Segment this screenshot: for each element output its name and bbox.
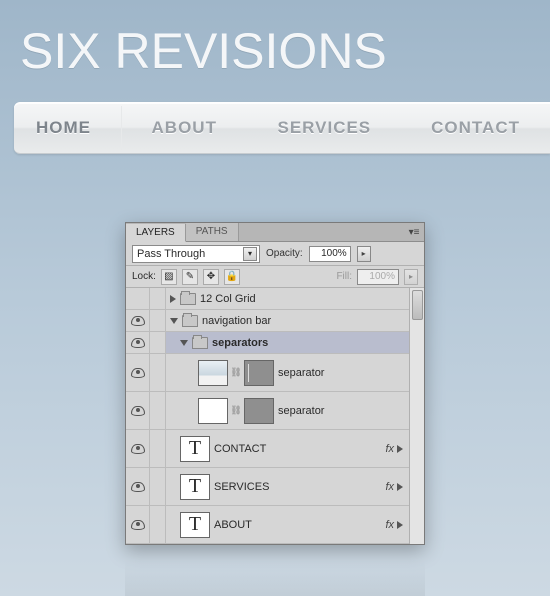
- lock-row: Lock: ▨ ✎ ✥ 🔒 Fill: 100% ▸: [126, 266, 424, 288]
- blend-mode-value: Pass Through: [137, 248, 205, 260]
- blend-opacity-row: Pass Through ▾ Opacity: 100% ▸: [126, 242, 424, 266]
- eye-icon: [131, 338, 145, 348]
- lock-all-icon[interactable]: 🔒: [224, 269, 240, 285]
- panel-menu-button[interactable]: ▾≡: [404, 223, 424, 241]
- disclosure-icon[interactable]: [180, 340, 188, 346]
- layer-list: 12 Col Grid navigation bar separators: [126, 288, 424, 544]
- disclosure-icon[interactable]: [170, 318, 178, 324]
- chevron-right-icon: [397, 521, 403, 529]
- layer-thumb[interactable]: [198, 398, 228, 424]
- layer-row-services[interactable]: T SERVICES fx: [126, 468, 424, 506]
- fx-badge[interactable]: fx: [385, 519, 403, 531]
- eye-icon: [131, 368, 145, 378]
- eye-icon: [131, 406, 145, 416]
- layer-name[interactable]: navigation bar: [202, 315, 271, 327]
- lock-position-icon[interactable]: ✥: [203, 269, 219, 285]
- chevron-right-icon: [397, 483, 403, 491]
- layer-name[interactable]: separator: [278, 367, 324, 379]
- disclosure-icon[interactable]: [170, 295, 176, 303]
- layer-row-separators[interactable]: separators: [126, 332, 424, 354]
- link-col: [150, 468, 166, 505]
- lock-pixels-icon[interactable]: ✎: [182, 269, 198, 285]
- nav-home[interactable]: HOME: [14, 103, 121, 153]
- scrollbar-thumb[interactable]: [412, 290, 423, 320]
- layer-row-navigationbar[interactable]: navigation bar: [126, 310, 424, 332]
- lock-label: Lock:: [132, 271, 156, 282]
- eye-icon: [131, 482, 145, 492]
- visibility-toggle[interactable]: [126, 354, 150, 391]
- chevron-down-icon: ▾: [243, 247, 257, 261]
- fx-badge[interactable]: fx: [385, 481, 403, 493]
- nav-services[interactable]: SERVICES: [247, 103, 401, 153]
- navbar: HOME ABOUT SERVICES CONTACT: [14, 102, 550, 154]
- folder-icon: [192, 337, 208, 349]
- link-icon[interactable]: ⛓: [232, 404, 240, 418]
- layers-panel: LAYERS PATHS ▾≡ Pass Through ▾ Opacity: …: [125, 222, 425, 545]
- link-col: [150, 354, 166, 391]
- text-layer-icon[interactable]: T: [180, 474, 210, 500]
- nav-contact[interactable]: CONTACT: [401, 103, 550, 153]
- scrollbar[interactable]: [409, 288, 424, 544]
- link-col: [150, 392, 166, 429]
- opacity-flyout[interactable]: ▸: [357, 246, 371, 262]
- fx-badge[interactable]: fx: [385, 443, 403, 455]
- folder-icon: [182, 315, 198, 327]
- layer-name[interactable]: CONTACT: [214, 443, 266, 455]
- nav-about[interactable]: ABOUT: [122, 103, 247, 153]
- link-col: [150, 288, 166, 309]
- layer-row-12colgrid[interactable]: 12 Col Grid: [126, 288, 424, 310]
- opacity-input[interactable]: 100%: [309, 246, 351, 262]
- layer-thumb[interactable]: [198, 360, 228, 386]
- fill-input: 100%: [357, 269, 399, 285]
- layer-row-separator[interactable]: ⛓ separator: [126, 354, 424, 392]
- tab-layers[interactable]: LAYERS: [126, 224, 186, 242]
- link-col: [150, 332, 166, 353]
- lock-transparency-icon[interactable]: ▨: [161, 269, 177, 285]
- layer-row-about[interactable]: T ABOUT fx: [126, 506, 424, 544]
- visibility-toggle[interactable]: [126, 506, 150, 543]
- layer-name[interactable]: 12 Col Grid: [200, 293, 256, 305]
- eye-icon: [131, 520, 145, 530]
- link-col: [150, 506, 166, 543]
- layer-row-separator[interactable]: ⛓ separator: [126, 392, 424, 430]
- text-layer-icon[interactable]: T: [180, 436, 210, 462]
- fill-label: Fill:: [336, 271, 352, 282]
- tab-paths[interactable]: PATHS: [186, 223, 239, 241]
- blend-mode-select[interactable]: Pass Through ▾: [132, 245, 260, 263]
- visibility-toggle[interactable]: [126, 392, 150, 429]
- chevron-right-icon: [397, 445, 403, 453]
- mask-thumb[interactable]: [244, 398, 274, 424]
- tabs-fill: [239, 223, 404, 241]
- folder-icon: [180, 293, 196, 305]
- layer-name[interactable]: ABOUT: [214, 519, 252, 531]
- text-layer-icon[interactable]: T: [180, 512, 210, 538]
- panel-reflection: [125, 560, 425, 596]
- layer-row-contact[interactable]: T CONTACT fx: [126, 430, 424, 468]
- layer-name[interactable]: separators: [212, 337, 268, 349]
- layer-name[interactable]: SERVICES: [214, 481, 269, 493]
- visibility-toggle[interactable]: [126, 468, 150, 505]
- visibility-toggle[interactable]: [126, 310, 150, 331]
- eye-icon: [131, 444, 145, 454]
- link-col: [150, 310, 166, 331]
- eye-icon: [131, 316, 145, 326]
- link-icon[interactable]: ⛓: [232, 366, 240, 380]
- mask-thumb[interactable]: [244, 360, 274, 386]
- site-title: SIX REVISIONS: [0, 0, 550, 80]
- visibility-toggle[interactable]: [126, 332, 150, 353]
- layer-name[interactable]: separator: [278, 405, 324, 417]
- visibility-toggle[interactable]: [126, 288, 150, 309]
- visibility-toggle[interactable]: [126, 430, 150, 467]
- panel-tabs: LAYERS PATHS ▾≡: [126, 223, 424, 242]
- fill-flyout: ▸: [404, 269, 418, 285]
- opacity-label: Opacity:: [266, 248, 303, 259]
- link-col: [150, 430, 166, 467]
